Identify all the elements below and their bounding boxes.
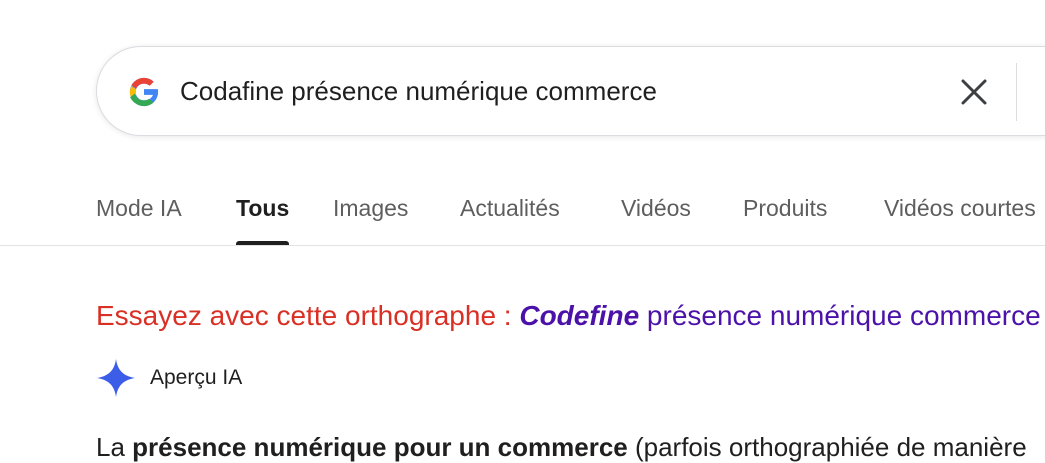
tab-images[interactable]: Images — [333, 190, 408, 245]
tabs-divider — [0, 245, 1045, 246]
ai-overview-label: Aperçu IA — [150, 366, 243, 389]
ai-overview-text: La présence numérique pour un commerce (… — [96, 432, 1027, 463]
spelling-suggestion: Essayez avec cette orthographe : Codefin… — [96, 300, 1041, 332]
tab-produits[interactable]: Produits — [743, 190, 827, 245]
search-input[interactable] — [180, 69, 900, 113]
ai-text-start: La — [96, 432, 133, 462]
tab-mode-ia[interactable]: Mode IA — [96, 190, 182, 245]
tab-videos[interactable]: Vidéos — [621, 190, 691, 245]
close-icon[interactable] — [957, 75, 991, 109]
tab-videos-courtes[interactable]: Vidéos courtes — [884, 190, 1036, 245]
ai-text-bold: présence numérique pour un commerce — [132, 432, 628, 462]
corrected-word: Codefine — [519, 300, 640, 331]
spelling-suggestion-link[interactable]: Codefine présence numérique commerce — [519, 300, 1040, 331]
sparkle-icon — [97, 359, 135, 397]
search-box[interactable] — [96, 46, 1045, 136]
ai-text-end: (parfois orthographiée de manière — [627, 432, 1027, 462]
tab-actualites[interactable]: Actualités — [460, 190, 560, 245]
search-divider — [1016, 63, 1017, 121]
google-g-icon — [129, 77, 160, 107]
suggestion-rest: présence numérique commerce — [646, 300, 1041, 331]
spelling-prompt: Essayez avec cette orthographe : — [96, 300, 512, 331]
tab-tous[interactable]: Tous — [236, 190, 290, 245]
